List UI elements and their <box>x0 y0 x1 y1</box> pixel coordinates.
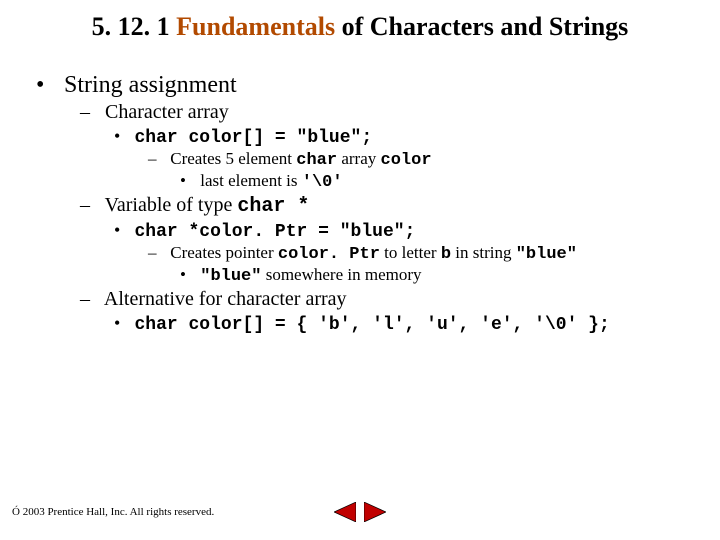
code-null: '\0' <box>302 173 343 192</box>
bullet-1-1: Character array char color[] = "blue"; C… <box>80 101 692 192</box>
code-colorptr: color. Ptr <box>278 245 380 264</box>
code-char-array-decl: char color[] = "blue"; <box>135 128 373 148</box>
slide-title: 5. 12. 1 Fundamentals of Characters and … <box>28 12 692 42</box>
bullet-1: String assignment Character array char c… <box>38 72 692 335</box>
code-charptr: char * <box>237 195 309 218</box>
content-list: String assignment Character array char c… <box>28 72 692 335</box>
bullet-1-1-text: Character array <box>105 101 229 123</box>
bullet-1-3: Alternative for character array char col… <box>80 288 692 335</box>
nav-arrows <box>334 502 386 522</box>
code-char: char <box>296 151 337 170</box>
next-arrow-icon[interactable] <box>364 502 386 522</box>
text: in string <box>451 243 516 262</box>
text: to letter <box>380 243 441 262</box>
bullet-1-2-1: char *color. Ptr = "blue"; Creates point… <box>114 220 692 286</box>
bullet-1-3-text: Alternative for character array <box>104 288 347 310</box>
slide: 5. 12. 1 Fundamentals of Characters and … <box>0 0 720 540</box>
copyright-footer: Ó 2003 Prentice Hall, Inc. All rights re… <box>12 506 214 518</box>
text: array <box>337 149 380 168</box>
bullet-1-2-1-1-1: "blue" somewhere in memory <box>180 265 692 286</box>
bullet-1-text: String assignment <box>64 72 237 98</box>
text: Creates pointer <box>170 243 278 262</box>
bullet-1-2-1-1: Creates pointer color. Ptr to letter b i… <box>148 243 692 286</box>
bullet-1-2: Variable of type char * char *color. Ptr… <box>80 194 692 286</box>
code-blue2: "blue" <box>200 267 261 286</box>
bullet-1-1-1: char color[] = "blue"; Creates 5 element… <box>114 126 692 192</box>
title-part2: Fundamentals <box>176 12 335 41</box>
code-color: color <box>381 151 432 170</box>
text: somewhere in memory <box>261 265 421 284</box>
bullet-1-1-1-1: Creates 5 element char array color last … <box>148 149 692 192</box>
prev-arrow-icon[interactable] <box>334 502 356 522</box>
title-part1: 5. 12. 1 <box>92 12 177 41</box>
bullet-1-3-1: char color[] = { 'b', 'l', 'u', 'e', '\0… <box>114 313 692 335</box>
text: last element is <box>200 171 302 190</box>
text: Variable of type <box>105 194 238 216</box>
code-ptr-decl: char *color. Ptr = "blue"; <box>135 222 416 242</box>
code-array-init: char color[] = { 'b', 'l', 'u', 'e', '\0… <box>135 315 610 335</box>
title-part3: of Characters and Strings <box>335 12 628 41</box>
code-blue: "blue" <box>516 245 577 264</box>
bullet-1-1-1-1-1: last element is '\0' <box>180 171 692 192</box>
code-b: b <box>441 245 451 264</box>
text: Creates 5 element <box>170 149 296 168</box>
